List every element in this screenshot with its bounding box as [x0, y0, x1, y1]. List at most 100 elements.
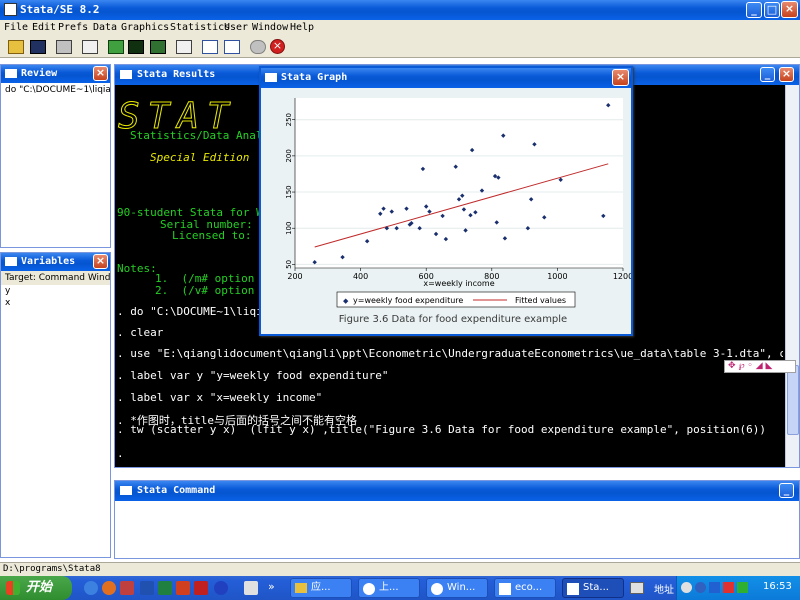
quicklaunch-app2-icon[interactable]: [244, 581, 258, 595]
start-label: 开始: [26, 580, 53, 595]
data-browser-icon[interactable]: [224, 40, 240, 54]
y-tick-label: 250: [285, 113, 293, 126]
log-icon[interactable]: [82, 40, 98, 54]
menu-bar: File Edit Prefs Data Graphics Statistics…: [0, 20, 800, 36]
open-icon[interactable]: [8, 40, 24, 54]
x-tick-label: 1200: [613, 272, 631, 281]
graph-close-button[interactable]: ×: [612, 69, 629, 86]
print-icon[interactable]: [56, 40, 72, 54]
toolbar: ×: [0, 36, 800, 58]
menu-edit[interactable]: Edit: [32, 22, 56, 33]
results-line: Notes:: [117, 262, 157, 275]
results-minimize-button[interactable]: _: [760, 67, 775, 82]
taskbar-task[interactable]: eco...: [494, 578, 556, 598]
quicklaunch-pdf-icon[interactable]: [194, 581, 208, 595]
window-icon: [5, 69, 17, 78]
review-title: Review: [21, 68, 58, 79]
browser-icon: [363, 583, 375, 595]
windows-logo-icon: [6, 581, 20, 595]
variable-item-y[interactable]: y: [1, 285, 110, 297]
results-line: . tw (scatter y x) (lfit y x) ,title("Fi…: [117, 423, 767, 436]
variable-item-x[interactable]: x: [1, 297, 110, 309]
menu-window[interactable]: Window: [252, 22, 288, 33]
data-editor-icon[interactable]: [202, 40, 218, 54]
quicklaunch-app-icon[interactable]: [120, 581, 134, 595]
results-line: . use "E:\qianglidocument\qiangli\ppt\Ec…: [117, 347, 783, 360]
minimize-button[interactable]: _: [746, 2, 762, 18]
y-tick-label: 50: [285, 260, 293, 269]
variables-title: Variables: [21, 256, 76, 267]
command-minimize-button[interactable]: _: [779, 483, 794, 498]
folder-icon: [295, 583, 307, 593]
window-icon: [265, 73, 277, 82]
quicklaunch-ie-icon[interactable]: [84, 581, 98, 595]
review-item[interactable]: do "C:\DOCUME~1\liqiang\: [1, 83, 110, 97]
scroll-thumb[interactable]: [787, 365, 799, 435]
maximize-button[interactable]: □: [764, 2, 780, 18]
variables-pane: Variables × Target: Command Window y x: [0, 252, 111, 558]
results-scrollbar[interactable]: [785, 85, 799, 467]
menu-file[interactable]: File: [4, 22, 28, 33]
ime-toolbar[interactable]: ✥ ℘ ◦ ◢ ◣: [724, 360, 796, 373]
tray-icon[interactable]: [723, 582, 734, 593]
results-line: . label var y "y=weekly food expenditure…: [117, 369, 389, 382]
keyboard-icon[interactable]: [630, 582, 644, 594]
taskbar-task-active[interactable]: Sta...: [562, 578, 624, 598]
status-bar: D:\programs\Stata8: [0, 562, 800, 576]
status-path: D:\programs\Stata8: [3, 564, 101, 574]
taskbar-task[interactable]: Win...: [426, 578, 488, 598]
save-icon[interactable]: [30, 40, 46, 54]
results-icon[interactable]: [128, 40, 144, 54]
graph-caption: Figure 3.6 Data for food expenditure exa…: [339, 314, 567, 325]
menu-prefs[interactable]: Prefs: [58, 22, 88, 33]
graph-titlebar: Stata Graph ×: [261, 68, 631, 88]
more-icon[interactable]: [250, 40, 266, 54]
tray-icon[interactable]: [681, 582, 692, 593]
legend-label-fit: Fitted values: [515, 296, 566, 305]
close-button[interactable]: ×: [781, 1, 798, 18]
x-axis-title: x=weekly income: [423, 279, 494, 288]
quicklaunch-ppt-icon[interactable]: [176, 581, 190, 595]
stata-icon: [567, 583, 579, 595]
taskbar-task[interactable]: 应...: [290, 578, 352, 598]
taskbar-task[interactable]: 上...: [358, 578, 420, 598]
results-line: . label var x "x=weekly income": [117, 391, 323, 404]
tray-icon[interactable]: [695, 582, 706, 593]
x-tick-label: 200: [287, 272, 302, 281]
menu-statistics[interactable]: Statistics: [170, 22, 230, 33]
results-line: 2. (/v# option c: [155, 284, 268, 297]
results-line: Statistics/Data Analy: [130, 129, 270, 142]
do-editor-icon[interactable]: [176, 40, 192, 54]
y-tick-label: 100: [285, 222, 293, 235]
legend-marker: ◆: [343, 297, 349, 305]
tray-icon[interactable]: [709, 582, 720, 593]
graph-window: Stata Graph × 50 100 150 200 250 200 400 600 800…: [259, 66, 633, 336]
results-line: .: [117, 447, 124, 460]
quicklaunch-expand-icon[interactable]: »: [268, 580, 275, 593]
results-close-button[interactable]: ×: [779, 67, 794, 82]
window-icon: [5, 257, 17, 266]
start-button[interactable]: 开始: [0, 576, 72, 600]
x-tick-label: 1000: [547, 272, 567, 281]
quicklaunch-excel-icon[interactable]: [158, 581, 172, 595]
tray-icon[interactable]: [737, 582, 748, 593]
results-line: Licensed to:: [172, 229, 252, 242]
command-input[interactable]: [119, 505, 795, 555]
legend-label-scatter: y=weekly food expenditure: [353, 296, 463, 305]
quicklaunch-browser-icon[interactable]: [214, 581, 228, 595]
menu-user[interactable]: User: [224, 22, 248, 33]
window-icon: [120, 486, 132, 495]
break-icon[interactable]: ×: [270, 39, 285, 54]
results-line: Special Edition: [150, 151, 250, 164]
quicklaunch-firefox-icon[interactable]: [102, 581, 116, 595]
quicklaunch-word-icon[interactable]: [140, 581, 154, 595]
review-close-button[interactable]: ×: [93, 66, 108, 81]
viewer-icon[interactable]: [108, 40, 124, 54]
document-icon: [499, 583, 511, 595]
menu-help[interactable]: Help: [290, 22, 314, 33]
menu-graphics[interactable]: Graphics: [121, 22, 169, 33]
variables-close-button[interactable]: ×: [93, 254, 108, 269]
graph-icon[interactable]: [150, 40, 166, 54]
menu-data[interactable]: Data: [93, 22, 117, 33]
command-title: Stata Command: [137, 485, 216, 496]
